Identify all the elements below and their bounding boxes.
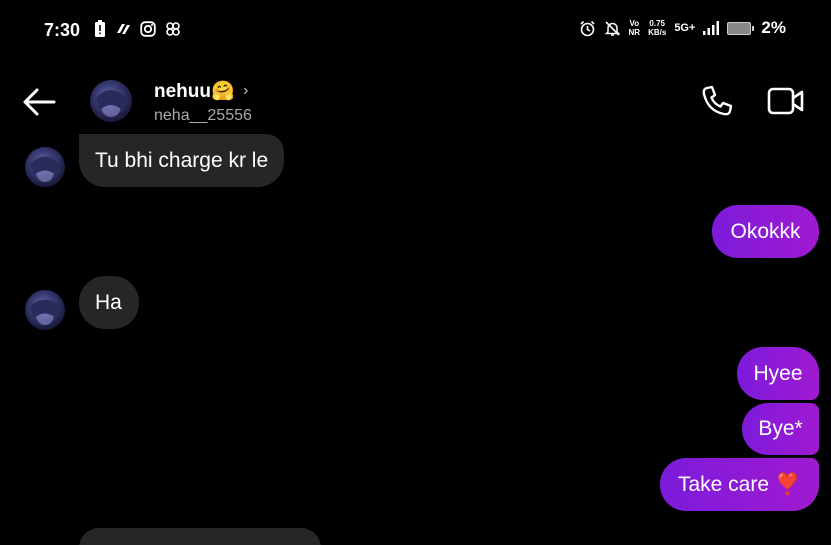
message-text: Ha xyxy=(95,290,122,314)
chat-header: nehuu🤗 › neha__25556 xyxy=(0,62,831,142)
net-speed-unit: KB/s xyxy=(648,28,667,37)
contact-avatar[interactable] xyxy=(90,80,132,122)
phone-icon xyxy=(702,85,733,116)
status-time: 7:30 xyxy=(44,20,81,40)
app-icon xyxy=(164,21,182,37)
video-call-button[interactable] xyxy=(767,86,805,116)
video-camera-icon xyxy=(767,87,804,115)
alarm-icon xyxy=(579,20,596,37)
contact-username: neha__25556 xyxy=(154,107,252,124)
status-right-icons: Vo NR 0.75 KB/s 5G+ 2% xyxy=(579,18,786,38)
message-text: Hyee xyxy=(753,361,803,385)
network-type-label: 5G+ xyxy=(674,22,696,34)
message-bubble-incoming[interactable]: Ha xyxy=(79,276,139,329)
message-bubble-outgoing[interactable]: Hyee xyxy=(737,347,819,400)
back-arrow-icon xyxy=(23,88,56,116)
net-speed: 0.75 KB/s xyxy=(648,19,666,37)
message-text: Okokkk xyxy=(730,219,801,243)
message-bubble-incoming-partial[interactable] xyxy=(79,528,321,545)
signal-icon xyxy=(703,21,720,35)
message-bubble-incoming[interactable]: Tu bhi charge kr le xyxy=(79,134,285,187)
battery-icon xyxy=(727,21,755,35)
audio-call-button[interactable] xyxy=(700,84,734,118)
mute-icon xyxy=(604,20,621,37)
message-bubble-outgoing[interactable]: Bye* xyxy=(742,403,819,455)
chat-screen: 7:30 Vo NR 0.75 KB/s 5G+ 2% nehuu🤗 › neh… xyxy=(0,0,831,545)
volte-top-label: Vo xyxy=(629,19,640,28)
contact-name[interactable]: nehuu🤗 xyxy=(154,79,235,103)
volte-bottom-label: NR xyxy=(628,28,641,37)
chevron-right-icon[interactable]: › xyxy=(243,82,248,100)
status-bar: 7:30 Vo NR 0.75 KB/s 5G+ 2% xyxy=(0,0,831,62)
message-text: Take care ❣️ xyxy=(677,472,802,496)
sender-avatar[interactable] xyxy=(25,147,65,187)
message-text: Tu bhi charge kr le xyxy=(95,148,269,172)
battery-percent: 2% xyxy=(761,18,786,37)
net-speed-value: 0.75 xyxy=(649,19,665,28)
app-notification-icon xyxy=(114,21,132,37)
back-button[interactable] xyxy=(20,84,58,120)
status-left-icons xyxy=(94,20,182,38)
volte-icon: Vo NR xyxy=(629,19,641,37)
battery-alert-icon xyxy=(94,20,106,38)
message-text: Bye* xyxy=(758,417,803,440)
message-bubble-outgoing[interactable]: Take care ❣️ xyxy=(660,458,819,511)
instagram-icon xyxy=(140,21,156,37)
message-bubble-outgoing[interactable]: Okokkk xyxy=(712,205,819,258)
sender-avatar[interactable] xyxy=(25,290,65,330)
